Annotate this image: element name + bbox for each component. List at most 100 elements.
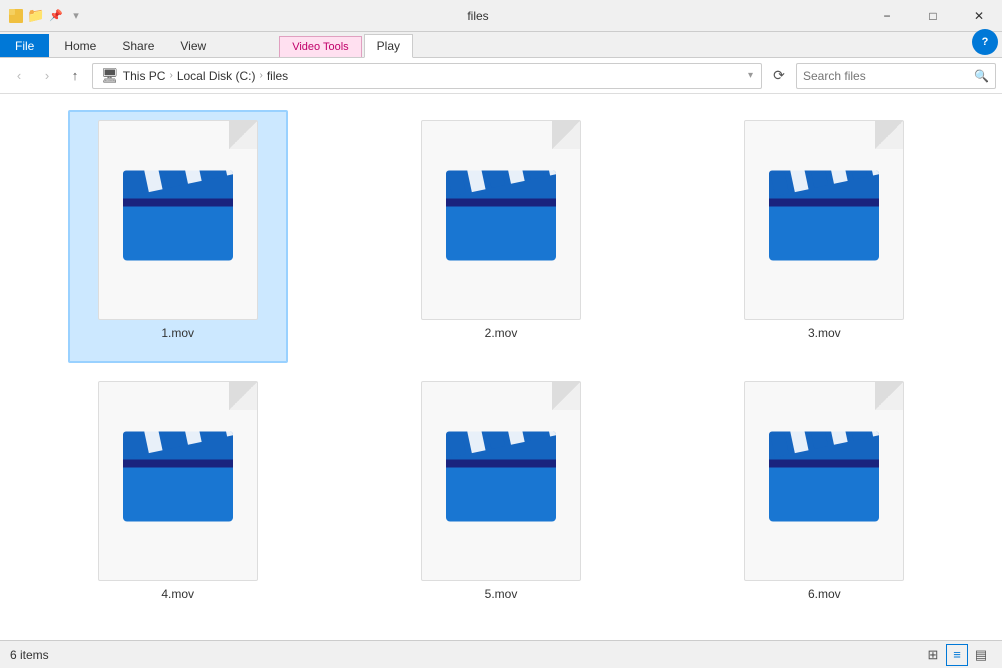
help-button[interactable]: ? — [972, 29, 998, 55]
forward-button[interactable]: › — [34, 63, 60, 89]
stripe-3 — [487, 171, 505, 188]
file-item-3.mov[interactable]: 3.mov — [714, 110, 934, 363]
clapper-body — [769, 468, 879, 522]
file-grid: 1.mov — [0, 94, 1002, 640]
file-icon-corner — [229, 121, 257, 149]
app-icon — [8, 8, 24, 24]
stripe-4 — [183, 171, 201, 184]
file-item-6.mov[interactable]: 6.mov — [714, 371, 934, 624]
clapper-body — [123, 468, 233, 522]
minimize-button[interactable]: − — [864, 0, 910, 32]
stripe-5 — [849, 432, 867, 441]
stripe-2 — [791, 432, 809, 454]
tab-file[interactable]: File — [0, 34, 49, 57]
stripe-5 — [203, 171, 221, 180]
clapper-body — [769, 207, 879, 261]
stripe-5 — [526, 432, 544, 441]
stripe-1 — [771, 172, 789, 196]
status-bar: 6 items ⊞ ≡ ▤ — [0, 640, 1002, 668]
clapper-hinge — [769, 199, 879, 207]
stripe-6 — [546, 432, 556, 437]
view-list[interactable]: ▤ — [970, 644, 992, 666]
file-name: 1.mov — [161, 326, 194, 340]
file-name: 6.mov — [808, 587, 841, 601]
file-name: 4.mov — [161, 587, 194, 601]
file-icon-corner — [875, 382, 903, 410]
clapper-icon — [446, 432, 556, 522]
file-name: 5.mov — [485, 587, 518, 601]
tab-play[interactable]: Play — [364, 34, 413, 58]
back-button[interactable]: ‹ — [6, 63, 32, 89]
file-item-2.mov[interactable]: 2.mov — [391, 110, 611, 363]
stripe-1 — [448, 172, 466, 196]
file-icon-corner — [552, 121, 580, 149]
file-icon-bg — [421, 120, 581, 320]
clapper-stripes — [771, 171, 879, 197]
path-chevron-2: › — [260, 70, 263, 81]
address-path[interactable]: 🖥 This PC › Local Disk (C:) › files ▾ — [92, 63, 762, 89]
tab-share[interactable]: Share — [109, 34, 167, 57]
view-details[interactable]: ≡ — [946, 644, 968, 666]
file-item-5.mov[interactable]: 5.mov — [391, 371, 611, 624]
clapper-body — [446, 207, 556, 261]
path-chevron-1: › — [169, 70, 172, 81]
file-item-4.mov[interactable]: 4.mov — [68, 371, 288, 624]
clapper-body — [123, 207, 233, 261]
stripe-1 — [124, 433, 142, 457]
file-icon-4.mov — [98, 381, 258, 581]
clapper-icon — [123, 432, 233, 522]
stripe-1 — [124, 172, 142, 196]
clapper-stripes — [448, 432, 556, 458]
view-large-icons[interactable]: ⊞ — [922, 644, 944, 666]
stripe-2 — [144, 171, 162, 193]
clapper-top — [123, 432, 233, 460]
stripe-6 — [222, 432, 232, 437]
stripe-4 — [830, 171, 848, 184]
view-controls: ⊞ ≡ ▤ — [922, 644, 992, 666]
stripe-3 — [163, 171, 181, 188]
stripe-2 — [144, 432, 162, 454]
stripe-2 — [467, 171, 485, 193]
stripe-5 — [849, 171, 867, 180]
maximize-button[interactable]: □ — [910, 0, 956, 32]
clapper-stripes — [124, 432, 232, 458]
stripe-4 — [830, 432, 848, 445]
path-files[interactable]: files — [267, 69, 288, 83]
nav-buttons: ‹ › ↑ — [6, 63, 88, 89]
file-icon-1.mov — [98, 120, 258, 320]
stripe-6 — [546, 171, 556, 176]
clapper-top — [446, 432, 556, 460]
file-icon-corner — [875, 121, 903, 149]
search-input[interactable] — [803, 69, 970, 83]
file-name: 3.mov — [808, 326, 841, 340]
clapper-hinge — [123, 460, 233, 468]
clapper-stripes — [124, 171, 232, 197]
clapper-icon — [123, 171, 233, 261]
stripe-1 — [448, 433, 466, 457]
undo-icon[interactable]: ▾ — [68, 8, 84, 24]
clapper-stripes — [448, 171, 556, 197]
clapper-hinge — [446, 460, 556, 468]
tab-view[interactable]: View — [167, 34, 219, 57]
tab-video-tools: Video Tools — [279, 36, 361, 57]
refresh-button[interactable]: ⟳ — [766, 63, 792, 89]
search-box[interactable]: 🔍 — [796, 63, 996, 89]
path-localdisk[interactable]: Local Disk (C:) — [177, 69, 256, 83]
path-thispc[interactable]: This PC — [123, 69, 166, 83]
stripe-4 — [506, 171, 524, 184]
tab-home[interactable]: Home — [51, 34, 109, 57]
stripe-6 — [222, 171, 232, 176]
pin-icon[interactable]: 📌 — [48, 8, 64, 24]
file-icon-bg — [98, 381, 258, 581]
file-icon-bg — [744, 381, 904, 581]
quick-access-icon[interactable]: 📁 — [28, 8, 44, 24]
up-button[interactable]: ↑ — [62, 63, 88, 89]
close-button[interactable]: ✕ — [956, 0, 1002, 32]
window-controls: − □ ✕ — [864, 0, 1002, 32]
file-icon-6.mov — [744, 381, 904, 581]
path-dropdown-arrow[interactable]: ▾ — [748, 70, 753, 81]
stripe-3 — [810, 171, 828, 188]
main-area: 1.mov — [0, 94, 1002, 640]
file-item-1.mov[interactable]: 1.mov — [68, 110, 288, 363]
file-icon-bg — [421, 381, 581, 581]
